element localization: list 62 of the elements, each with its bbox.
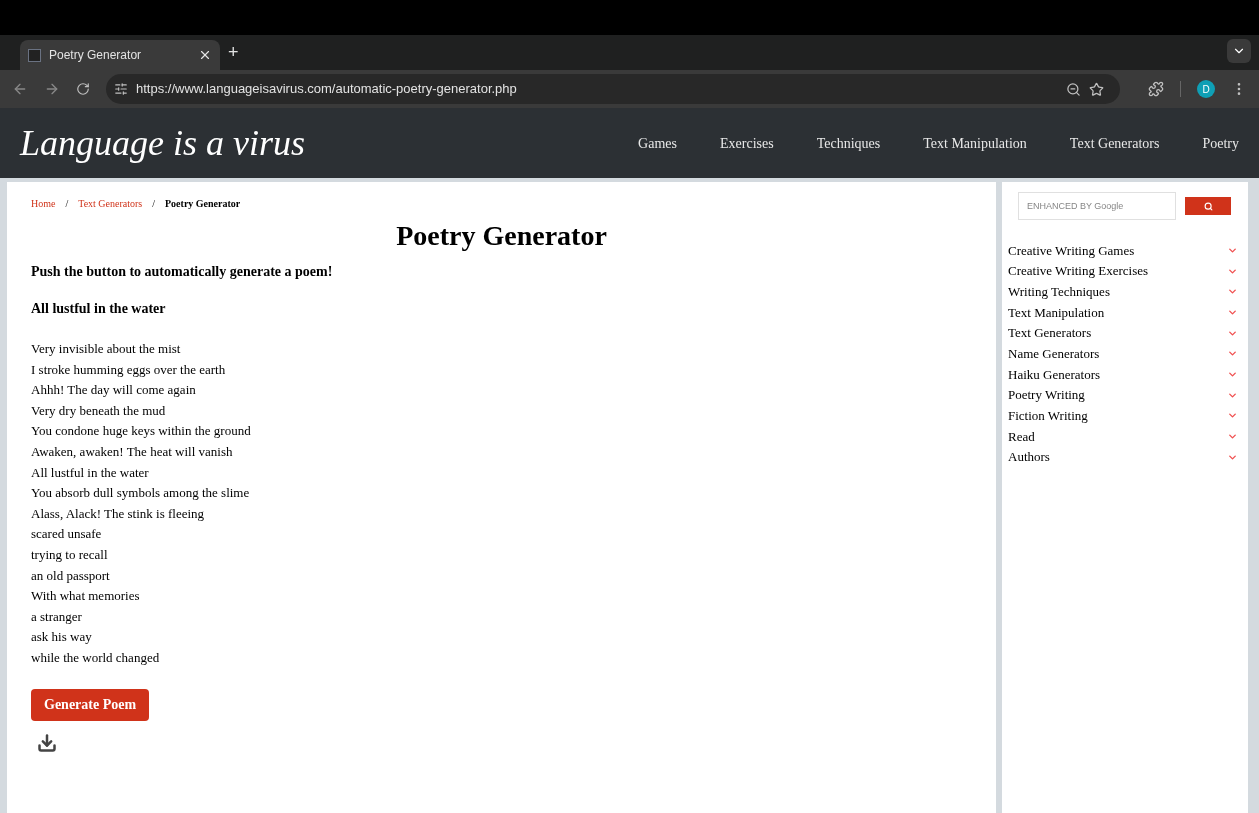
back-icon[interactable]	[12, 81, 28, 97]
sidebar-menu-item[interactable]: Text Manipulation	[1008, 302, 1242, 323]
nav-link[interactable]: Text Generators	[1069, 132, 1160, 154]
poem-line: scared unsafe	[31, 525, 102, 544]
site-logo[interactable]: Language is a virus	[20, 116, 639, 170]
breadcrumb-separator: /	[152, 197, 155, 211]
search-icon	[1203, 201, 1213, 211]
nav-link[interactable]: Poetry	[1202, 132, 1239, 154]
sidebar-menu-item[interactable]: Text Generators	[1008, 322, 1242, 344]
breadcrumb-separator: /	[65, 197, 69, 211]
poem-line: With what memories	[31, 587, 140, 606]
browser-tab[interactable]: Poetry Generator	[20, 40, 220, 70]
sidebar-menu-item[interactable]: Writing Techniques	[1008, 281, 1242, 303]
sidebar-menu-item[interactable]: Authors	[1008, 446, 1242, 468]
sidebar-menu-item[interactable]: Creative Writing Games	[1008, 240, 1242, 261]
poem-line: an old passport	[31, 566, 110, 585]
breadcrumb-link[interactable]: Home	[31, 196, 56, 211]
generate-poem-button[interactable]: Generate Poem	[31, 688, 150, 721]
new-tab-button[interactable]: +	[228, 39, 239, 66]
nav-link[interactable]: Techniques	[816, 132, 881, 154]
poem-line: while the world changed	[31, 648, 160, 667]
poem-line: Very dry beneath the mud	[31, 401, 166, 420]
tab-list-button[interactable]	[1227, 39, 1251, 63]
sidebar-menu-item[interactable]: Haiku Generators	[1008, 364, 1242, 385]
zoom-out-icon[interactable]	[1066, 81, 1081, 97]
search-button[interactable]	[1185, 197, 1231, 215]
poem-line: Very invisible about the mist	[31, 340, 181, 358]
extensions-icon[interactable]	[1148, 81, 1164, 97]
poem-line: I stroke humming eggs over the earth	[31, 360, 226, 379]
site-settings-icon[interactable]	[114, 82, 128, 96]
poem-line: Awaken, awaken! The heat will vanish	[31, 442, 233, 461]
sidebar-menu-item[interactable]: Name Generators	[1008, 343, 1242, 365]
poem-title: All lustful in the water	[31, 300, 167, 318]
poem-line: You condone huge keys within the ground	[31, 422, 251, 441]
favicon	[28, 48, 41, 62]
poem-line: ask his way	[31, 628, 92, 647]
reload-icon[interactable]	[76, 82, 90, 96]
tab-title: Poetry Generator	[49, 47, 143, 64]
nav-link[interactable]: Exercises	[720, 132, 774, 154]
address-bar[interactable]: https://www.languageisavirus.com/automatic-poetry-generator.php	[106, 74, 1120, 104]
page-title: Poetry Generator	[396, 219, 607, 253]
close-icon[interactable]	[198, 48, 212, 62]
bookmark-star-icon[interactable]	[1089, 81, 1104, 97]
poem-line: All lustful in the water	[31, 463, 149, 482]
intro-text: Push the button to automatically generate a poem!	[31, 263, 334, 281]
forward-icon[interactable]	[44, 81, 60, 97]
sidebar-menu-item[interactable]: Poetry Writing	[1008, 384, 1242, 406]
breadcrumb-current: Poetry Generator	[165, 197, 241, 211]
poem-line: Alass, Alack! The stink is fleeing	[31, 504, 205, 523]
sidebar-menu-item[interactable]: Creative Writing Exercises	[1008, 260, 1242, 282]
nav-link[interactable]: Text Manipulation	[923, 132, 1027, 154]
search-field[interactable]: ENHANCED BY Google	[1018, 192, 1176, 220]
download-icon[interactable]	[37, 732, 57, 753]
sidebar-menu-item[interactable]: Fiction Writing	[1008, 405, 1242, 427]
poem-line: a stranger	[31, 607, 82, 626]
poem-line: trying to recall	[31, 545, 108, 564]
poem-line: Ahhh! The day will come again	[31, 381, 196, 400]
url-text: https://www.languageisavirus.com/automatic-poetry-generator.php	[136, 80, 518, 99]
breadcrumb-link[interactable]: Text Generators	[78, 196, 143, 211]
poem-line: You absorb dull symbols among the slime	[31, 484, 250, 503]
nav-link[interactable]: Games	[638, 132, 677, 154]
sidebar-menu-item[interactable]: Read	[1008, 426, 1242, 447]
